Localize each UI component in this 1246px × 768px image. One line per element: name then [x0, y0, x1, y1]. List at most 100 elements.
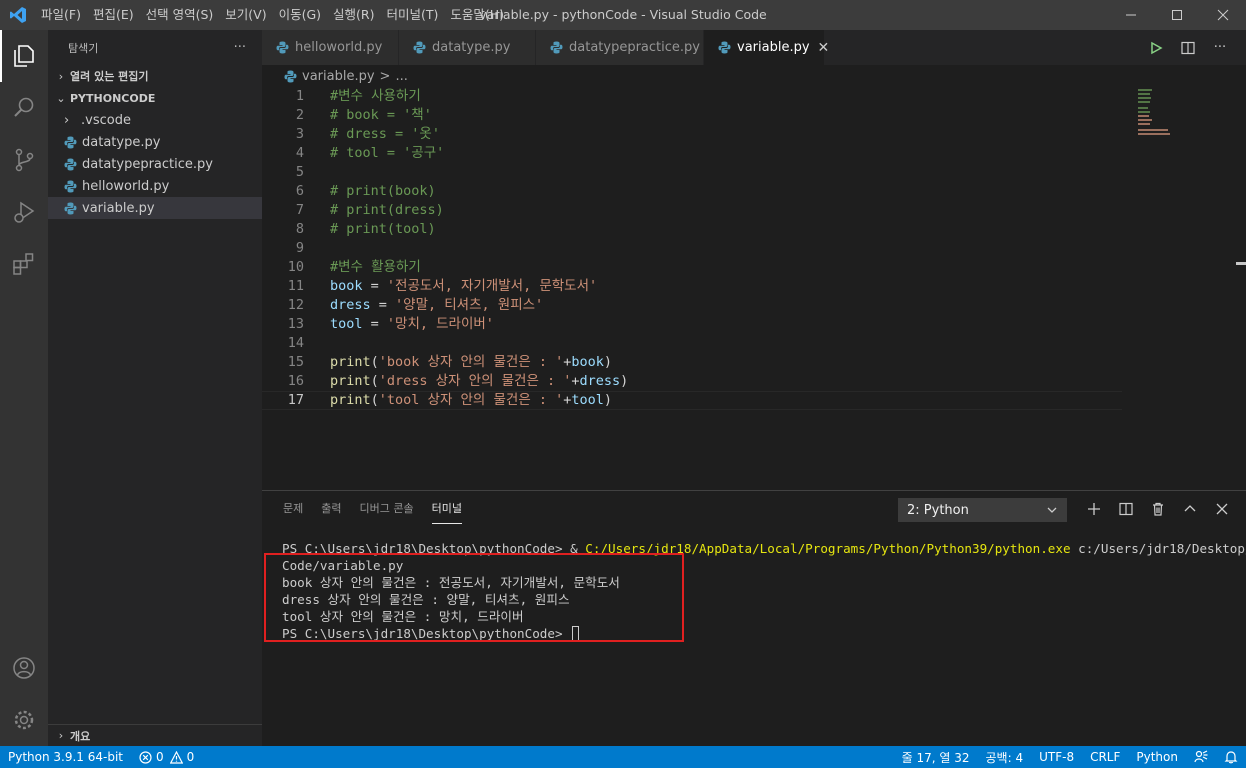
minimize-button[interactable]: [1108, 0, 1154, 30]
end-of-line[interactable]: CRLF: [1082, 746, 1128, 768]
code-line[interactable]: 14: [262, 334, 1122, 353]
vscode-logo-icon[interactable]: [0, 0, 35, 30]
manage-activity[interactable]: [0, 694, 48, 746]
line-number: 11: [287, 278, 304, 294]
tab-close-button[interactable]: ✕: [818, 40, 830, 56]
source-control-activity[interactable]: [0, 134, 48, 186]
terminal-select[interactable]: 2: Python: [898, 498, 1067, 522]
code-line[interactable]: 16 print('dress 상자 안의 물건은 : '+dress): [262, 372, 1122, 391]
menu-edit[interactable]: 편집(E): [87, 0, 140, 30]
python-file-icon: [64, 158, 77, 171]
code-text: # tool = '공구': [330, 144, 444, 163]
editor-more-button[interactable]: ···: [1204, 30, 1236, 65]
code-token: # print(dress): [330, 202, 444, 218]
code-text: # print(book): [330, 182, 436, 201]
code-line[interactable]: 15 print('book 상자 안의 물건은 : '+book): [262, 353, 1122, 372]
line-number: 6: [295, 183, 304, 199]
project-section[interactable]: ⌄ PYTHONCODE: [48, 87, 262, 109]
maximize-panel-button[interactable]: [1174, 495, 1206, 523]
code-line[interactable]: 6 # print(book): [262, 182, 1122, 201]
tab-label: helloworld.py: [295, 40, 383, 55]
python-interpreter[interactable]: Python 3.9.1 64-bit: [0, 746, 131, 768]
split-terminal-button[interactable]: [1110, 495, 1142, 523]
more-actions-button[interactable]: ···: [234, 40, 246, 55]
tab-datatypepractice[interactable]: datatypepractice.py: [536, 30, 704, 65]
editor-tabs: helloworld.py datatype.py datatypepracti…: [262, 30, 1246, 65]
warning-count: 0: [186, 750, 195, 764]
code-line[interactable]: 2 # book = '책': [262, 106, 1122, 125]
extensions-activity[interactable]: [0, 238, 48, 290]
menu-help[interactable]: 도움말(H): [444, 0, 510, 30]
code-line[interactable]: 4 # tool = '공구': [262, 144, 1122, 163]
explorer-activity[interactable]: [0, 30, 48, 82]
outline-section[interactable]: › 개요: [48, 724, 262, 746]
python-file-icon: [276, 41, 289, 54]
tab-problems[interactable]: 문제: [274, 491, 312, 527]
language-mode[interactable]: Python: [1128, 746, 1186, 768]
breadcrumb-file[interactable]: variable.py: [302, 69, 375, 84]
highlight-annotation-box: [264, 553, 684, 642]
code-line[interactable]: 9: [262, 239, 1122, 258]
cursor-position[interactable]: 줄 17, 열 32: [894, 746, 978, 768]
close-window-button[interactable]: [1200, 0, 1246, 30]
close-panel-button[interactable]: [1206, 495, 1238, 523]
feedback-button[interactable]: [1186, 746, 1216, 768]
maximize-button[interactable]: [1154, 0, 1200, 30]
code-line[interactable]: 7 # print(dress): [262, 201, 1122, 220]
code-line[interactable]: 11 book = '전공도서, 자기개발서, 문학도서': [262, 277, 1122, 296]
tab-label: datatypepractice.py: [569, 40, 700, 55]
encoding[interactable]: UTF-8: [1031, 746, 1082, 768]
problems-indicator[interactable]: 0 0: [131, 746, 202, 768]
tree-item-helloworld[interactable]: helloworld.py: [48, 175, 262, 197]
menu-selection[interactable]: 선택 영역(S): [140, 0, 220, 30]
indentation[interactable]: 공백: 4: [978, 746, 1032, 768]
code-line[interactable]: 12 dress = '양말, 티셔츠, 원피스': [262, 296, 1122, 315]
tree-item-variable[interactable]: variable.py: [48, 197, 262, 219]
tab-output[interactable]: 출력: [312, 491, 350, 527]
sidebar-title: 탐색기: [68, 41, 99, 55]
breadcrumb-symbols[interactable]: ...: [395, 69, 407, 84]
tree-item-vscode-folder[interactable]: › .vscode: [48, 109, 262, 131]
menu-run[interactable]: 실행(R): [327, 0, 380, 30]
tab-datatype[interactable]: datatype.py: [399, 30, 536, 65]
tab-variable[interactable]: variable.py ✕: [704, 30, 829, 65]
code-line[interactable]: 13 tool = '망치, 드라이버': [262, 315, 1122, 334]
code-token: =: [362, 316, 387, 332]
search-activity[interactable]: [0, 82, 48, 134]
code-line[interactable]: 3 # dress = '옷': [262, 125, 1122, 144]
code-line[interactable]: 8 # print(tool): [262, 220, 1122, 239]
menu-terminal[interactable]: 터미널(T): [381, 0, 445, 30]
minimap[interactable]: [1136, 87, 1232, 147]
tree-item-datatypepractice[interactable]: datatypepractice.py: [48, 153, 262, 175]
open-editors-section[interactable]: › 열려 있는 편집기: [48, 65, 262, 87]
code-line[interactable]: 1 #변수 사용하기: [262, 87, 1122, 106]
window-controls: [1108, 0, 1246, 30]
code-editor[interactable]: 1 #변수 사용하기 2 # book = '책' 3 # dress = '옷' 4 # t…: [262, 87, 1246, 490]
scrollbar-marker[interactable]: [1236, 262, 1246, 265]
files-icon: [14, 45, 34, 67]
code-text: # dress = '옷': [330, 125, 440, 144]
run-python-button[interactable]: [1140, 30, 1172, 65]
code-token: #변수 사용하기: [330, 88, 421, 104]
python-file-icon: [64, 136, 77, 149]
code-line[interactable]: 5: [262, 163, 1122, 182]
notifications-button[interactable]: [1216, 746, 1246, 768]
tab-terminal[interactable]: 터미널: [423, 491, 471, 527]
tree-item-datatype[interactable]: datatype.py: [48, 131, 262, 153]
new-terminal-button[interactable]: [1078, 495, 1110, 523]
tab-debug-console[interactable]: 디버그 콘솔: [351, 491, 423, 527]
tree-item-label: .vscode: [81, 112, 131, 128]
current-line-highlight: [262, 391, 1122, 410]
line-number: 16: [287, 373, 304, 389]
project-label: PYTHONCODE: [70, 91, 156, 105]
accounts-activity[interactable]: [0, 642, 48, 694]
menu-go[interactable]: 이동(G): [273, 0, 327, 30]
code-token: '양말, 티셔츠, 원피스': [395, 297, 544, 313]
run-debug-activity[interactable]: [0, 186, 48, 238]
code-line[interactable]: 10 #변수 활용하기: [262, 258, 1122, 277]
menu-file[interactable]: 파일(F): [35, 0, 87, 30]
kill-terminal-button[interactable]: [1142, 495, 1174, 523]
menu-view[interactable]: 보기(V): [219, 0, 272, 30]
split-editor-button[interactable]: [1172, 30, 1204, 65]
tab-helloworld[interactable]: helloworld.py: [262, 30, 399, 65]
